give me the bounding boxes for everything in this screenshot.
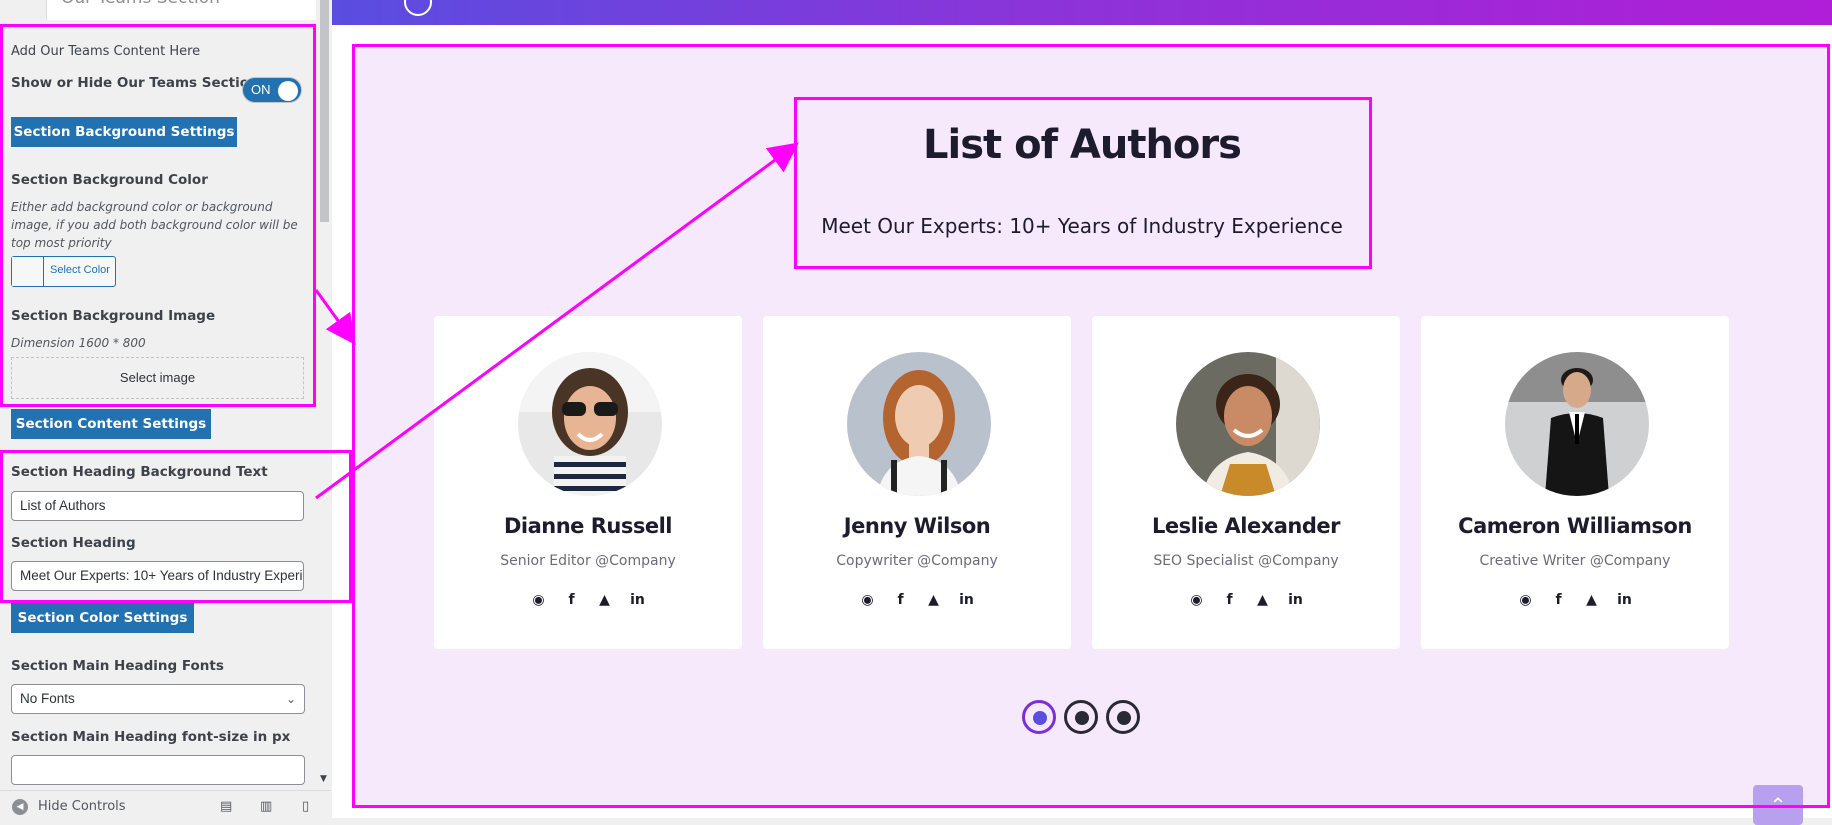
hide-controls-icon[interactable]: ◀ — [12, 799, 28, 815]
color-settings-button[interactable]: Section Color Settings — [11, 603, 194, 633]
main-heading-fontsize-label: Section Main Heading font-size in px — [11, 729, 291, 745]
scroll-down-arrow-icon[interactable]: ▼ — [320, 774, 327, 784]
main-heading-fontsize-input[interactable] — [11, 755, 305, 785]
chevron-down-icon: ⌄ — [285, 692, 296, 706]
main-heading-fonts-label: Section Main Heading Fonts — [11, 658, 224, 674]
highlight-box-sidebar-heading — [0, 450, 352, 603]
site-header-bar — [332, 0, 1832, 25]
highlight-box-heading — [794, 97, 1372, 269]
main-heading-fonts-value: No Fonts — [20, 691, 75, 706]
content-settings-button[interactable]: Section Content Settings — [11, 409, 211, 439]
desktop-icon[interactable]: ▤ — [220, 799, 232, 814]
section-title-item[interactable]: Our Teams Section — [46, 0, 316, 20]
section-title-label: Our Teams Section — [61, 0, 220, 8]
sidebar-scrollbar-thumb[interactable] — [320, 0, 329, 222]
main-heading-fonts-select[interactable]: No Fonts ⌄ — [11, 684, 305, 714]
mobile-icon[interactable]: ▯ — [302, 799, 309, 814]
highlight-box-sidebar-top — [0, 24, 316, 407]
sidebar-footer: ◀ Hide Controls ▤ ▥ ▯ — [0, 790, 331, 818]
tablet-icon[interactable]: ▥ — [260, 799, 272, 814]
hide-controls-label[interactable]: Hide Controls — [38, 799, 126, 814]
site-logo-icon[interactable] — [404, 0, 432, 16]
